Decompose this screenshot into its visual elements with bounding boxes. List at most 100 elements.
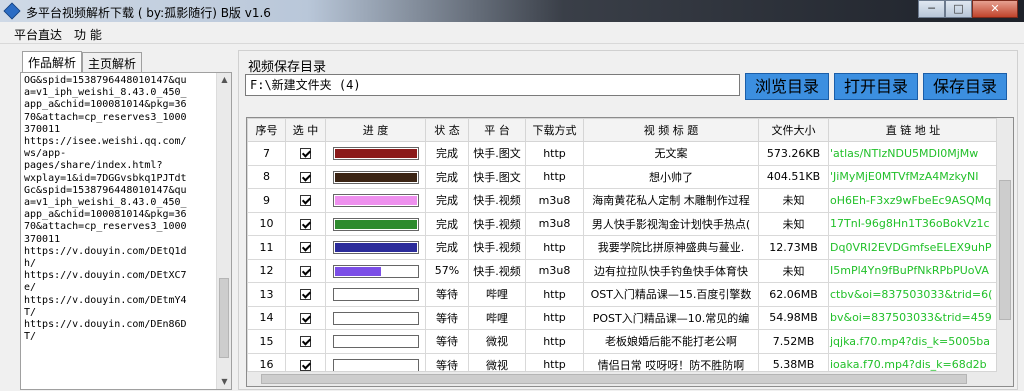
row-link[interactable]: 'JiMyMjE0MTVfMzA4MzkyNI	[828, 164, 998, 189]
row-link[interactable]: 17TnI-96g8Hn1T36oBokVz1c	[828, 211, 998, 236]
row-status: 完成	[425, 211, 469, 236]
row-platform: 快手.图文	[468, 141, 526, 166]
row-size: 12.73MB	[758, 235, 829, 260]
col-header-size[interactable]: 文件大小	[758, 118, 829, 142]
minimize-button[interactable]: ─	[918, 0, 945, 18]
row-checkbox[interactable]	[300, 289, 311, 301]
row-select-cell[interactable]	[285, 141, 326, 166]
row-title: 无文案	[583, 141, 759, 166]
row-link[interactable]: oH6Eh-F3xz9wFbeEc9ASQMq	[828, 188, 998, 213]
url-list-panel[interactable]: OG&spid=1538796448010147&qu a=v1_iph_wei…	[20, 72, 232, 390]
row-platform: 快手.视频	[468, 211, 526, 236]
row-size: 62.06MB	[758, 282, 829, 307]
row-title: 海南黄花私人定制 木雕制作过程	[583, 188, 759, 213]
row-size: 404.51KB	[758, 164, 829, 189]
table-vertical-scrollbar[interactable]	[996, 118, 1013, 386]
col-header-progress[interactable]: 进 度	[325, 118, 426, 142]
open-dir-button[interactable]: 打开目录	[834, 73, 918, 100]
row-checkbox[interactable]	[300, 171, 311, 183]
row-checkbox[interactable]	[300, 265, 311, 277]
col-header-platform[interactable]: 平 台	[468, 118, 526, 142]
row-size: 573.26KB	[758, 141, 829, 166]
row-method: m3u8	[525, 211, 584, 236]
table-row[interactable]: 7 完成 快手.图文 http 无文案 573.26KB'atlas/NTIzNDU5MD…	[247, 141, 998, 166]
row-link[interactable]: ctbv&oi=837503033&trid=6(	[828, 282, 998, 307]
table-row[interactable]: 11 完成 快手.视频 http 我要学院比拼原神盛典与蔓业. 12.73MB Dq0VRI…	[247, 235, 998, 260]
table-row[interactable]: 15 等待 微视 http 老板娘婚后能不能打老公啊 7.52MB jqjka.f70.mp…	[247, 329, 998, 354]
col-header-status[interactable]: 状 态	[425, 118, 469, 142]
menu-functions[interactable]: 功 能	[74, 26, 102, 43]
progress-fill	[334, 219, 417, 229]
row-number: 11	[247, 235, 286, 260]
close-button[interactable]: ✕	[972, 0, 1018, 18]
row-progress-cell	[325, 329, 426, 354]
row-progress-cell	[325, 211, 426, 236]
row-checkbox[interactable]	[300, 336, 311, 348]
row-checkbox[interactable]	[300, 242, 311, 254]
table-row[interactable]: 9 完成 快手.视频 m3u8 海南黄花私人定制 木雕制作过程 未知 oH6Eh-F3xz9…	[247, 188, 998, 213]
table-horizontal-scrollbar[interactable]	[247, 371, 997, 386]
row-method: http	[525, 329, 584, 354]
row-checkbox[interactable]	[300, 218, 311, 230]
row-number: 14	[247, 305, 286, 330]
save-path-input[interactable]: F:\新建文件夹 (4)	[245, 74, 740, 96]
save-dir-button[interactable]: 保存目录	[923, 73, 1007, 100]
row-select-cell[interactable]	[285, 282, 326, 307]
row-select-cell[interactable]	[285, 211, 326, 236]
row-link[interactable]: 'atlas/NTIzNDU5MDI0MjMw	[828, 141, 998, 166]
col-header-title[interactable]: 视 频 标 题	[583, 118, 759, 142]
row-checkbox[interactable]	[300, 195, 311, 207]
menu-platform-direct[interactable]: 平台直达	[14, 26, 62, 43]
tab-home-parse[interactable]: 主页解析	[82, 52, 143, 72]
row-select-cell[interactable]	[285, 305, 326, 330]
table-row[interactable]: 13 等待 哔哩 http OST入门精品课—15.百度引擎数 62.06MB ctbv&o…	[247, 282, 998, 307]
table-row[interactable]: 14 等待 哔哩 http POST入门精品课—10.常见的编 54.98MB bv&oi=…	[247, 305, 998, 330]
progress-bar	[332, 264, 419, 278]
progress-fill	[334, 172, 417, 182]
row-link[interactable]: bv&oi=837503033&trid=459	[828, 305, 998, 330]
row-platform: 快手.视频	[468, 235, 526, 260]
row-select-cell[interactable]	[285, 329, 326, 354]
table-row[interactable]: 12 57% 快手.视频 m3u8 边有拉拉队快手钓鱼快手体育快 未知 I5mPl4Yn9f…	[247, 258, 998, 283]
row-select-cell[interactable]	[285, 164, 326, 189]
row-link[interactable]: I5mPl4Yn9fBuPfNkRPbPUoVA	[828, 258, 998, 283]
row-checkbox[interactable]	[300, 359, 311, 371]
row-status: 完成	[425, 235, 469, 260]
row-number: 10	[247, 211, 286, 236]
row-title: 我要学院比拼原神盛典与蔓业.	[583, 235, 759, 260]
row-select-cell[interactable]	[285, 258, 326, 283]
maximize-button[interactable]: □	[945, 0, 972, 18]
table-hscroll-thumb[interactable]	[261, 374, 967, 384]
row-select-cell[interactable]	[285, 235, 326, 260]
save-dir-label: 视频保存目录	[248, 60, 327, 75]
table-row[interactable]: 10 完成 快手.视频 m3u8 男人快手影视淘金计划快手热点(未知 17TnI-96g8…	[247, 211, 998, 236]
row-progress-cell	[325, 141, 426, 166]
table-row[interactable]: 8 完成 快手.图文 http 想小帅了 404.51KB 'JiMyMjE0MTVfMzA…	[247, 164, 998, 189]
row-title: 男人快手影视淘金计划快手热点(	[583, 211, 759, 236]
col-header-method[interactable]: 下载方式	[525, 118, 584, 142]
scroll-up-icon[interactable]: ▲	[217, 73, 232, 87]
tab-work-parse[interactable]: 作品解析	[22, 51, 83, 72]
table-header-row: 序号 选 中 进 度 状 态 平 台 下载方式 视 频 标 题 文件大小 直 链…	[247, 118, 998, 142]
url-list-scrollbar[interactable]: ▲ ▼	[216, 73, 231, 389]
url-list-text[interactable]: OG&spid=1538796448010147&qu a=v1_iph_wei…	[24, 75, 218, 387]
row-link[interactable]: jqjka.f70.mp4?dis_k=5005ba	[828, 329, 998, 354]
scroll-down-icon[interactable]: ▼	[217, 375, 232, 389]
row-method: http	[525, 282, 584, 307]
row-number: 12	[247, 258, 286, 283]
row-checkbox[interactable]	[300, 148, 311, 160]
col-header-no[interactable]: 序号	[247, 118, 286, 142]
row-select-cell[interactable]	[285, 188, 326, 213]
row-title: 老板娘婚后能不能打老公啊	[583, 329, 759, 354]
row-title: 想小帅了	[583, 164, 759, 189]
table-scroll-thumb[interactable]	[999, 180, 1011, 320]
scroll-thumb[interactable]	[219, 278, 229, 358]
row-link[interactable]: Dq0VRI2EVDGmfseELEX9uhP	[828, 235, 998, 260]
browse-dir-button[interactable]: 浏览目录	[745, 73, 829, 100]
col-header-select[interactable]: 选 中	[285, 118, 326, 142]
window-controls: ─ □ ✕	[918, 0, 1018, 18]
row-checkbox[interactable]	[300, 312, 311, 324]
progress-bar	[332, 217, 419, 231]
col-header-link[interactable]: 直 链 地 址	[828, 118, 998, 142]
row-platform: 快手.视频	[468, 188, 526, 213]
